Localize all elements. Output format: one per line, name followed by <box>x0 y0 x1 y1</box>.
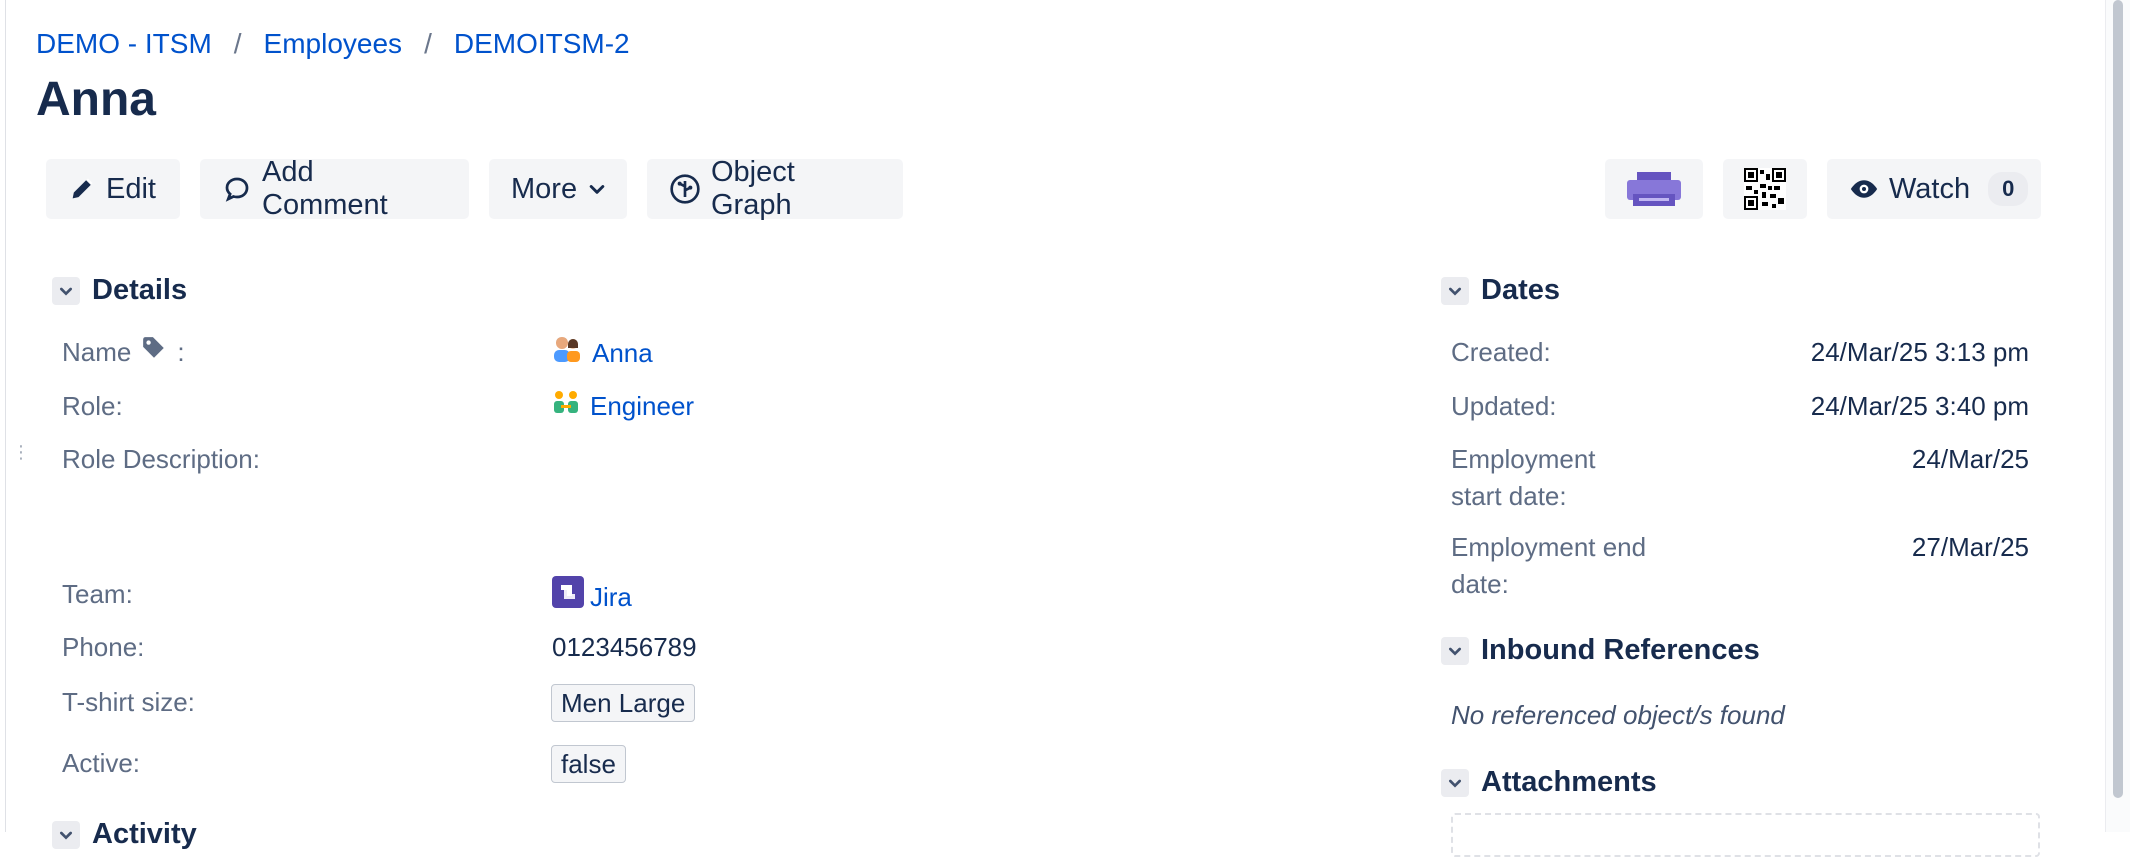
role-link[interactable]: Engineer <box>590 388 694 425</box>
breadcrumb-separator: / <box>233 28 242 59</box>
print-button[interactable] <box>1605 159 1703 219</box>
resize-handle[interactable]: ⋮ <box>12 443 30 474</box>
name-value: Anna <box>552 334 653 372</box>
tag-icon <box>141 334 167 371</box>
name-label: Name : <box>62 334 185 371</box>
tshirt-size-value: Men Large <box>551 684 696 722</box>
activity-section-header[interactable]: Activity <box>52 818 197 851</box>
name-label-text: Name <box>62 337 132 367</box>
attachments-section-header[interactable]: Attachments <box>1441 766 1657 799</box>
eye-icon <box>1849 174 1879 204</box>
object-graph-button-label: Object Graph <box>711 156 795 221</box>
comment-icon <box>222 174 252 204</box>
left-border <box>5 0 6 832</box>
breadcrumb-object-key[interactable]: DEMOITSM-2 <box>454 28 630 60</box>
created-label: Created: <box>1451 337 1551 367</box>
people-icon <box>552 388 580 425</box>
tshirt-size-label: T-shirt size: <box>62 687 195 717</box>
add-comment-button-label: Add Comment <box>262 156 388 221</box>
chevron-down-icon <box>52 276 80 305</box>
chevron-down-icon <box>1441 276 1469 305</box>
pencil-icon <box>68 175 96 203</box>
scrollbar-thumb[interactable] <box>2113 0 2123 798</box>
employment-end-date-label-line2: date: <box>1451 569 1509 599</box>
attachments-heading: Attachments <box>1481 766 1657 798</box>
chevron-down-icon <box>1441 636 1469 665</box>
breadcrumb: DEMO - ITSM / Employees / DEMOITSM-2 <box>36 28 630 60</box>
page-title: Anna <box>36 73 156 126</box>
employment-start-date-value: 24/Mar/25 <box>1911 444 2029 474</box>
object-graph-icon <box>669 173 701 205</box>
dates-section-header[interactable]: Dates <box>1441 274 1560 307</box>
qr-code-button[interactable] <box>1723 159 1807 219</box>
employment-end-date-label-line1: Employment end <box>1451 532 1647 562</box>
details-heading: Details <box>92 274 188 306</box>
name-link[interactable]: Anna <box>592 335 653 372</box>
team-label: Team: <box>62 579 133 609</box>
attachments-dropzone[interactable] <box>1451 813 2040 857</box>
team-link[interactable]: Jira <box>590 579 632 616</box>
phone-value: 0123456789 <box>552 632 697 662</box>
active-value: false <box>551 745 626 783</box>
qr-code-icon <box>1744 168 1786 210</box>
chevron-down-icon <box>587 179 607 199</box>
inbound-references-section-header[interactable]: Inbound References <box>1441 634 1760 667</box>
watch-button[interactable]: Watch 0 <box>1827 159 2041 219</box>
jira-logo-icon <box>552 576 584 618</box>
dates-heading: Dates <box>1481 274 1560 306</box>
breadcrumb-project[interactable]: DEMO - ITSM <box>36 28 212 60</box>
edit-button-label: Edit <box>106 172 156 205</box>
phone-label: Phone: <box>62 632 145 662</box>
role-description-label: Role Description: <box>62 444 260 474</box>
printer-icon <box>1627 172 1681 206</box>
active-tag: false <box>551 745 626 783</box>
breadcrumb-object-type[interactable]: Employees <box>264 28 403 60</box>
activity-heading: Activity <box>92 818 197 850</box>
employment-start-date-label: Employment start date: <box>1451 441 1596 515</box>
employment-start-date-label-line1: Employment <box>1451 444 1596 474</box>
inbound-references-heading: Inbound References <box>1481 634 1760 666</box>
watch-button-label: Watch <box>1889 172 1971 205</box>
chevron-down-icon <box>1441 768 1469 797</box>
role-label: Role: <box>62 391 123 421</box>
more-button[interactable]: More <box>489 159 627 219</box>
tshirt-size-tag: Men Large <box>551 684 696 722</box>
more-button-label: More <box>511 172 578 205</box>
role-value: Engineer <box>552 388 694 425</box>
employment-start-date-label-line2: start date: <box>1451 481 1567 511</box>
name-label-colon: : <box>177 337 185 367</box>
scrollbar[interactable] <box>2105 0 2130 832</box>
team-value: Jira <box>552 576 632 618</box>
active-label: Active: <box>62 748 141 778</box>
updated-value: 24/Mar/25 3:40 pm <box>1810 391 2029 421</box>
inbound-references-empty: No referenced object/s found <box>1451 700 1785 730</box>
employment-end-date-label: Employment end date: <box>1451 529 1646 603</box>
employment-end-date-value: 27/Mar/25 <box>1911 532 2029 562</box>
details-section-header[interactable]: Details <box>52 274 187 307</box>
chevron-down-icon <box>52 820 80 849</box>
updated-label: Updated: <box>1451 391 1557 421</box>
employee-icon <box>552 334 582 372</box>
watch-count-badge: 0 <box>1988 172 2029 206</box>
edit-button[interactable]: Edit <box>46 159 180 219</box>
add-comment-button[interactable]: Add Comment <box>200 156 469 221</box>
object-graph-button[interactable]: Object Graph <box>647 156 903 221</box>
breadcrumb-separator: / <box>424 28 432 59</box>
created-value: 24/Mar/25 3:13 pm <box>1810 337 2029 367</box>
